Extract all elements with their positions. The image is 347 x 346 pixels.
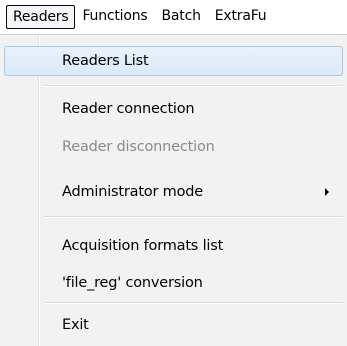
menu-item-label: Administrator mode xyxy=(62,184,203,200)
menu-bar: Readers Functions Batch ExtraFu xyxy=(0,0,347,34)
menu-item-administrator-mode[interactable]: Administrator mode xyxy=(4,177,343,207)
menu-item-file-reg-conversion[interactable]: 'file_reg' conversion xyxy=(4,268,343,298)
menu-batch[interactable]: Batch xyxy=(155,5,208,29)
menu-item-label: Readers List xyxy=(62,53,149,69)
menu-item-label: 'file_reg' conversion xyxy=(62,275,203,291)
menu-separator xyxy=(44,302,343,304)
menu-item-reader-disconnection: Reader disconnection xyxy=(4,132,343,162)
menu-item-label: Reader disconnection xyxy=(62,139,215,155)
readers-dropdown-menu: Readers List Reader connection Reader di… xyxy=(0,34,347,346)
menu-extra-functions[interactable]: ExtraFu xyxy=(208,5,274,29)
menu-separator xyxy=(44,85,343,87)
menu-item-acquisition-formats-list[interactable]: Acquisition formats list xyxy=(4,231,343,261)
menu-item-readers-list[interactable]: Readers List xyxy=(4,46,343,76)
menu-item-reader-connection[interactable]: Reader connection xyxy=(4,94,343,124)
menu-separator xyxy=(44,216,343,218)
menu-functions[interactable]: Functions xyxy=(75,5,154,29)
menu-item-label: Acquisition formats list xyxy=(62,238,224,254)
menu-item-exit[interactable]: Exit xyxy=(4,310,343,340)
menu-item-label: Exit xyxy=(62,317,89,333)
submenu-arrow-icon xyxy=(325,188,329,196)
menu-readers[interactable]: Readers xyxy=(6,5,76,29)
menu-item-label: Reader connection xyxy=(62,101,195,117)
